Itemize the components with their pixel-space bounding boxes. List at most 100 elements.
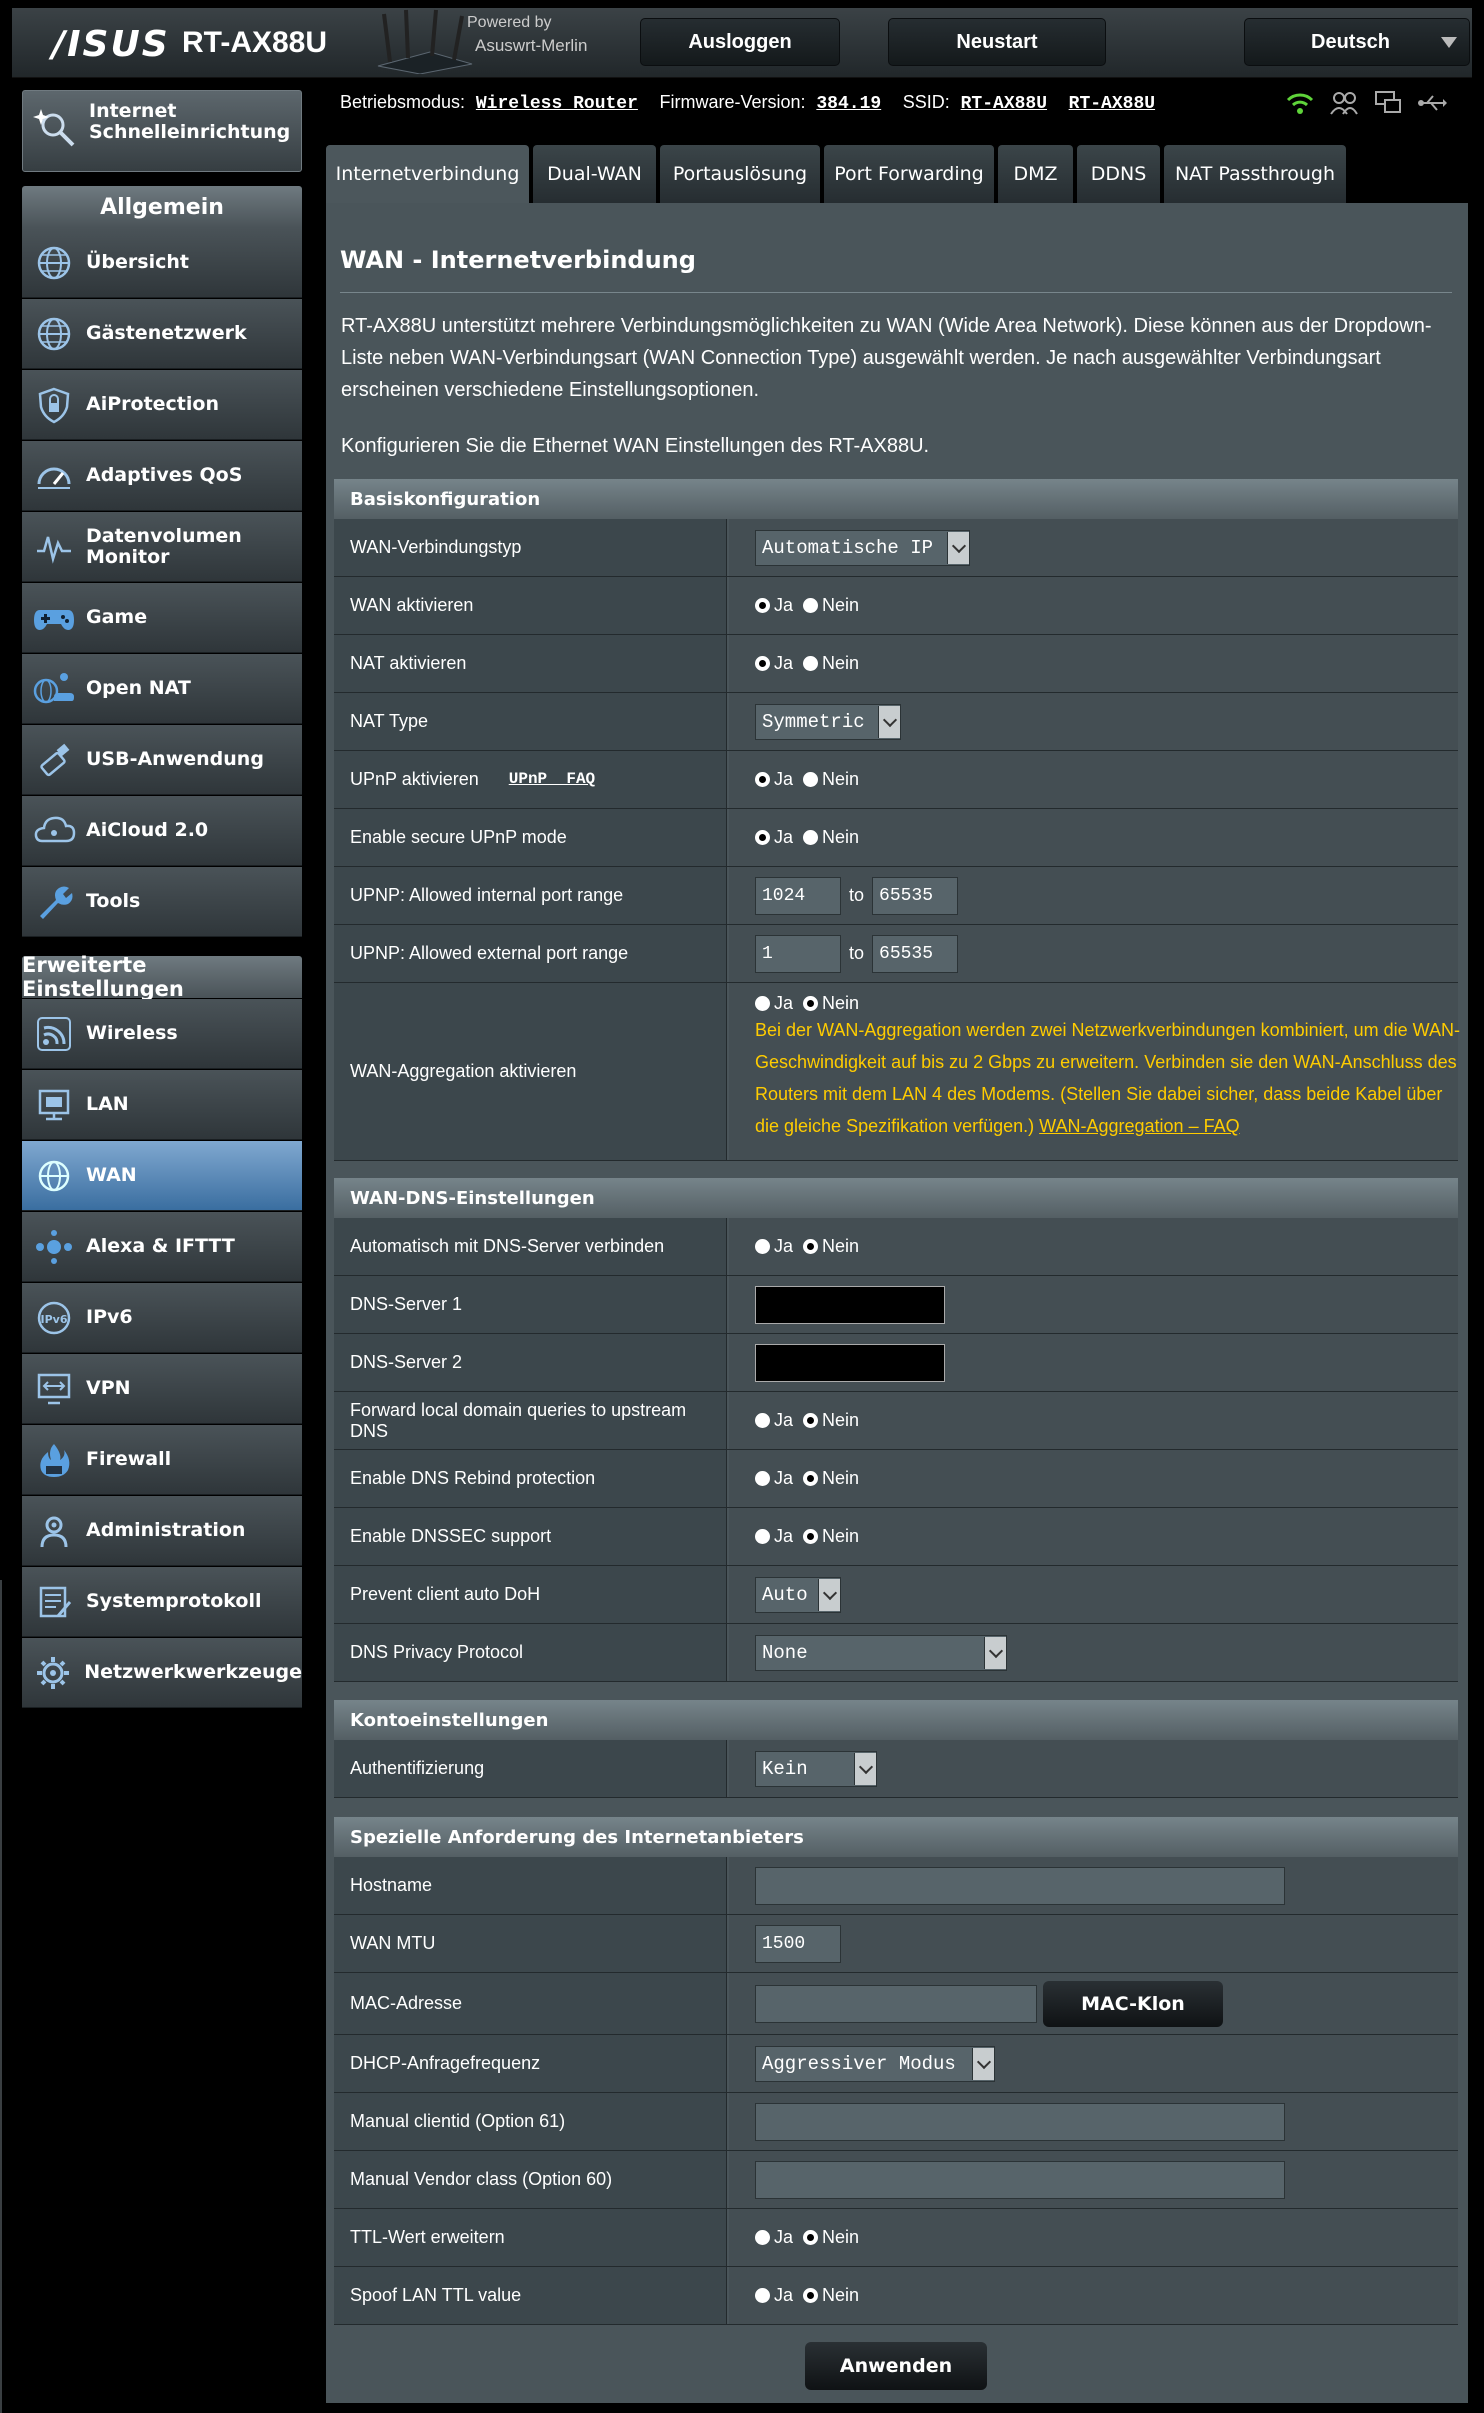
- sidebar-item-usb-app[interactable]: USB-Anwendung: [22, 725, 302, 795]
- wan-aggregation-faq-link[interactable]: WAN-Aggregation – FAQ: [1039, 1116, 1239, 1136]
- radio-button-icon: [755, 598, 770, 613]
- auth-select[interactable]: Kein: [755, 1750, 877, 1787]
- upnp-faq-link[interactable]: UPnP FAQ: [509, 769, 595, 790]
- intro-text: RT-AX88U unterstützt mehrere Verbindungs…: [341, 315, 1432, 401]
- radio-no[interactable]: Nein: [803, 595, 859, 616]
- sidebar-item-vpn[interactable]: VPN: [22, 1354, 302, 1424]
- tab-nat-passthrough[interactable]: NAT Passthrough: [1164, 145, 1346, 203]
- clients-icon[interactable]: [1329, 88, 1359, 118]
- sidebar-item-system-log[interactable]: Systemprotokoll: [22, 1567, 302, 1637]
- sidebar-item-lan[interactable]: LAN: [22, 1070, 302, 1140]
- sidebar-item-overview[interactable]: Übersicht: [22, 228, 302, 298]
- mode-link[interactable]: Wireless Router: [476, 94, 638, 114]
- int-port-from-input[interactable]: 1024: [755, 876, 841, 915]
- radio-label: Nein: [822, 2227, 860, 2247]
- radio-yes[interactable]: Ja: [755, 1410, 793, 1431]
- sidebar-item-aiprotection[interactable]: AiProtection: [22, 370, 302, 440]
- radio-no[interactable]: Nein: [803, 1236, 859, 1257]
- sidebar-item-tools[interactable]: Tools: [22, 867, 302, 937]
- clientid-input[interactable]: [755, 2102, 1285, 2141]
- firmware-link[interactable]: 384.19: [816, 94, 881, 114]
- sidebar-item-administration[interactable]: Administration: [22, 1496, 302, 1566]
- hostname-input[interactable]: [755, 1866, 1285, 1905]
- powered-by-label: Powered by: [467, 14, 552, 31]
- row-wan-aggregation: WAN-Aggregation aktivieren Ja Nein Bei de…: [334, 983, 1460, 1161]
- tab-port-forwarding[interactable]: Port Forwarding: [824, 145, 994, 203]
- dns1-input[interactable]: [755, 1285, 945, 1324]
- sidebar-item-label: Open NAT: [86, 677, 191, 699]
- logout-button[interactable]: Ausloggen: [640, 18, 840, 66]
- usb-icon[interactable]: [1417, 88, 1447, 118]
- dhcp-label: DHCP-Anfragefrequenz: [334, 2035, 727, 2092]
- sidebar-item-firewall[interactable]: Firewall: [22, 1425, 302, 1495]
- radio-label: Ja: [774, 653, 794, 673]
- tab-dmz[interactable]: DMZ: [998, 145, 1073, 203]
- radio-no[interactable]: Nein: [803, 827, 859, 848]
- mac-clone-button[interactable]: MAC-Klon: [1043, 1980, 1223, 2027]
- sidebar-item-label: Gästenetzwerk: [86, 322, 247, 344]
- ext-port-from-input[interactable]: 1: [755, 934, 841, 973]
- privacy-select[interactable]: None: [755, 1634, 1007, 1671]
- mtu-input[interactable]: 1500: [755, 1924, 841, 1963]
- language-select[interactable]: Deutsch: [1244, 18, 1470, 66]
- sidebar-item-ipv6[interactable]: IPv6 IPv6: [22, 1283, 302, 1353]
- radio-no[interactable]: Nein: [803, 993, 859, 1014]
- sidebar-item-traffic-monitor[interactable]: Datenvolumen Monitor: [22, 512, 302, 582]
- tab-ddns[interactable]: DDNS: [1077, 145, 1160, 203]
- devices-icon[interactable]: [1373, 88, 1403, 118]
- radio-yes[interactable]: Ja: [755, 1468, 793, 1489]
- mac-label: MAC-Adresse: [334, 1973, 727, 2034]
- dns2-input[interactable]: [755, 1343, 945, 1382]
- radio-label: Ja: [774, 993, 794, 1013]
- apply-button[interactable]: Anwenden: [805, 2342, 987, 2390]
- tab-dual-wan[interactable]: Dual-WAN: [533, 145, 656, 203]
- sidebar-item-open-nat[interactable]: Open NAT: [22, 654, 302, 724]
- reboot-button[interactable]: Neustart: [888, 18, 1106, 66]
- radio-yes[interactable]: Ja: [755, 993, 793, 1014]
- radio-no[interactable]: Nein: [803, 769, 859, 790]
- sidebar-item-alexa-ifttt[interactable]: Alexa & IFTTT: [22, 1212, 302, 1282]
- sidebar-item-guest-network[interactable]: Gästenetzwerk: [22, 299, 302, 369]
- dhcp-select[interactable]: Aggressiver Modus: [755, 2045, 995, 2082]
- radio-yes[interactable]: Ja: [755, 595, 793, 616]
- radio-yes[interactable]: Ja: [755, 827, 793, 848]
- sidebar-item-game[interactable]: Game: [22, 583, 302, 653]
- radio-yes[interactable]: Ja: [755, 1236, 793, 1257]
- ext-port-to-input[interactable]: 65535: [872, 934, 959, 973]
- ssid-link-2[interactable]: RT-AX88U: [1069, 94, 1155, 114]
- tab-portauslösung[interactable]: Portauslösung: [660, 145, 820, 203]
- radio-no[interactable]: Nein: [803, 1468, 859, 1489]
- sidebar-item-aicloud[interactable]: AiCloud 2.0: [22, 796, 302, 866]
- radio-no[interactable]: Nein: [803, 2285, 859, 2306]
- radio-no[interactable]: Nein: [803, 1410, 859, 1431]
- nat-type-select[interactable]: Symmetric: [755, 703, 901, 740]
- doh-select[interactable]: Auto: [755, 1576, 841, 1613]
- vendor-input[interactable]: [755, 2160, 1285, 2199]
- globe-icon: [22, 228, 86, 298]
- row-forward-dns: Forward local domain queries to upstream…: [334, 1392, 1458, 1450]
- ssid-link-1[interactable]: RT-AX88U: [961, 94, 1047, 114]
- int-port-to-input[interactable]: 65535: [872, 876, 959, 915]
- sidebar-item-adaptive-qos[interactable]: Adaptives QoS: [22, 441, 302, 511]
- sidebar-item-label: Datenvolumen: [86, 524, 242, 547]
- sidebar-item-wireless[interactable]: Wireless: [22, 999, 302, 1069]
- sidebar-item-label: AiCloud 2.0: [86, 819, 209, 841]
- quick-internet-setup[interactable]: Internet Schnelleinrichtung: [22, 90, 302, 172]
- sidebar-item-network-tools[interactable]: Netzwerkwerkzeuge: [22, 1638, 302, 1708]
- radio-yes[interactable]: Ja: [755, 2285, 793, 2306]
- radio-yes[interactable]: Ja: [755, 2227, 793, 2248]
- wan-type-select[interactable]: Automatische IP: [755, 529, 970, 566]
- row-spoof-ttl: Spoof LAN TTL value Ja Nein: [334, 2267, 1458, 2325]
- radio-yes[interactable]: Ja: [755, 1526, 793, 1547]
- radio-no[interactable]: Nein: [803, 2227, 859, 2248]
- radio-no[interactable]: Nein: [803, 653, 859, 674]
- wifi-icon[interactable]: [1285, 88, 1315, 118]
- sidebar-item-wan[interactable]: WAN: [22, 1141, 302, 1211]
- radio-no[interactable]: Nein: [803, 1526, 859, 1547]
- radio-button-icon: [755, 830, 770, 845]
- tab-internetverbindung[interactable]: Internetverbindung: [326, 145, 529, 203]
- mac-input[interactable]: [755, 1984, 1037, 2023]
- radio-yes[interactable]: Ja: [755, 653, 793, 674]
- status-icons: [1285, 88, 1447, 118]
- radio-yes[interactable]: Ja: [755, 769, 793, 790]
